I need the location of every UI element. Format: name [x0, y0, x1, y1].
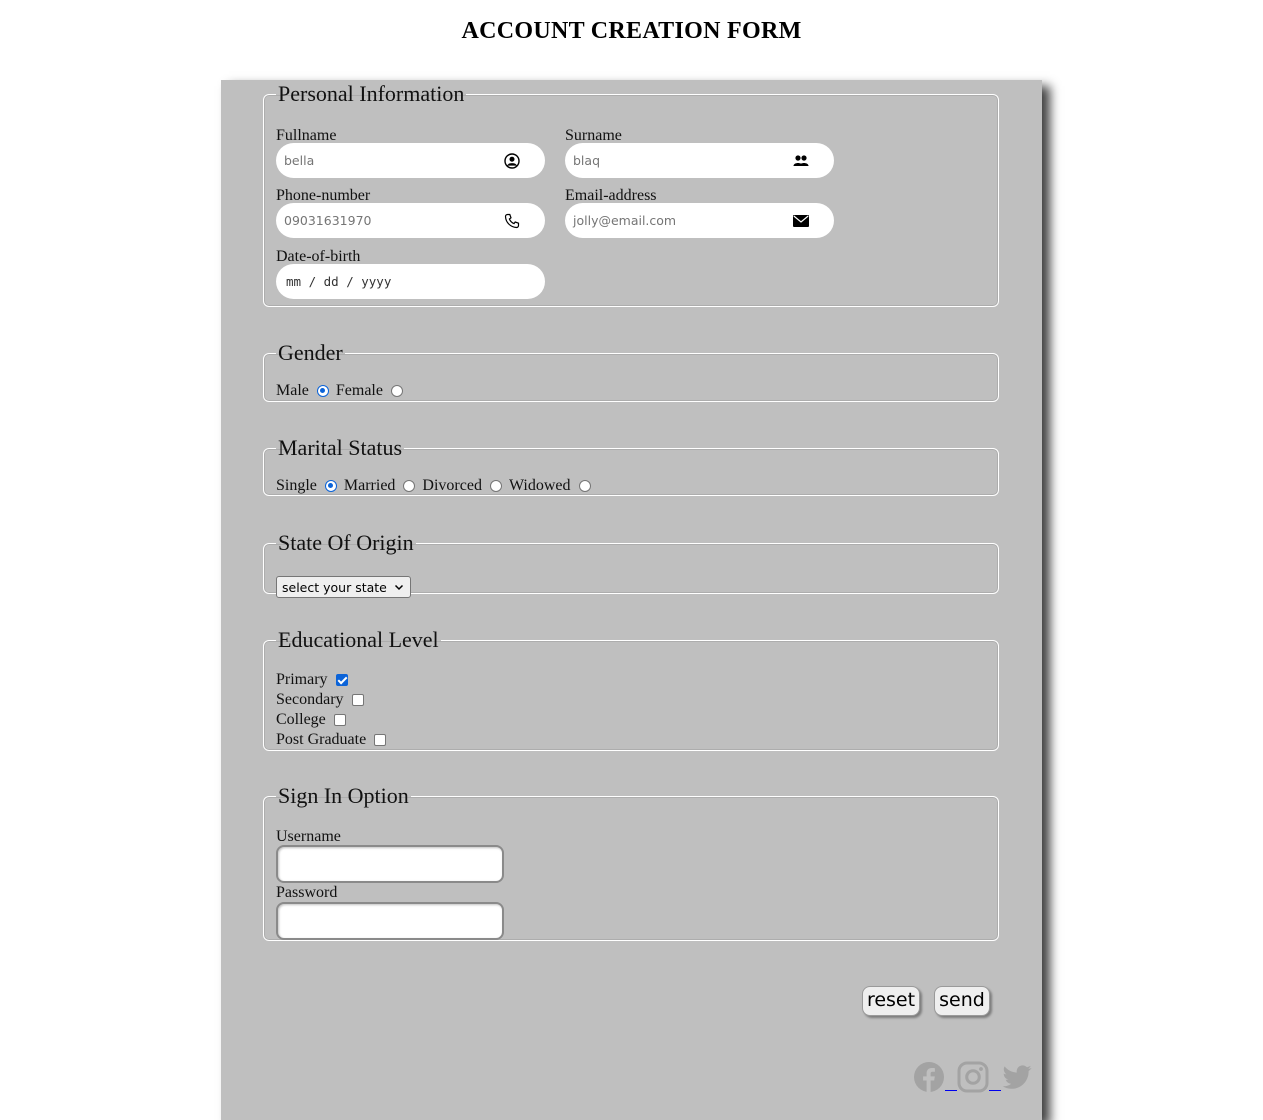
facebook-link[interactable] — [913, 1061, 945, 1093]
gender-legend: Gender — [278, 340, 343, 365]
marital-single-radio[interactable] — [324, 480, 337, 492]
education-secondary-label: Secondary — [276, 691, 344, 708]
user-circle-icon — [503, 152, 521, 170]
marital-married-label: Married — [343, 477, 396, 494]
phone-icon — [503, 212, 521, 230]
email-placeholder: jolly@email.com — [573, 213, 677, 228]
marital-divorced-label: Divorced — [422, 477, 482, 494]
fullname-placeholder: bella — [284, 153, 315, 168]
dob-input[interactable]: mm / dd / yyyy — [276, 264, 545, 299]
education-postgraduate-checkbox[interactable] — [374, 734, 387, 746]
instagram-link[interactable] — [957, 1061, 989, 1093]
personal-information-fieldset: Personal Information Fullname bella Surn… — [263, 83, 999, 307]
marital-single-label: Single — [276, 477, 317, 494]
gender-male-label: Male — [276, 382, 309, 399]
education-primary-label: Primary — [276, 671, 328, 688]
marital-status-fieldset: Marital Status Single Married Divorced W… — [263, 437, 999, 496]
sign-in-option-fieldset: Sign In Option Username Password — [263, 785, 999, 941]
send-button[interactable]: send — [934, 986, 990, 1016]
link-underline — [989, 1089, 1001, 1091]
marital-widowed-label: Widowed — [508, 477, 571, 494]
chevron-down-icon — [394, 584, 403, 591]
personal-information-legend: Personal Information — [278, 81, 465, 106]
education-postgraduate-label: Post Graduate — [276, 731, 367, 748]
marital-status-legend: Marital Status — [278, 435, 403, 460]
gender-female-radio[interactable] — [390, 385, 403, 397]
form-panel: Personal Information Fullname bella Surn… — [221, 80, 1042, 1120]
password-input[interactable] — [276, 902, 504, 940]
social-links — [913, 1061, 1033, 1093]
education-primary-checkbox[interactable] — [335, 674, 348, 686]
sign-in-option-legend: Sign In Option — [278, 783, 409, 808]
fullname-input[interactable]: bella — [276, 143, 545, 178]
users-icon — [792, 152, 810, 170]
state-of-origin-fieldset: State Of Origin select your state — [263, 530, 999, 598]
educational-level-fieldset: Educational Level Primary Secondary Coll… — [263, 629, 999, 751]
phone-input[interactable]: 09031631970 — [276, 203, 545, 238]
twitter-link[interactable] — [1001, 1061, 1033, 1093]
marital-divorced-radio[interactable] — [489, 480, 502, 492]
education-secondary-checkbox[interactable] — [351, 694, 364, 706]
twitter-icon — [1002, 1065, 1032, 1089]
educational-level-legend: Educational Level — [278, 627, 439, 652]
facebook-icon — [914, 1062, 944, 1092]
gender-fieldset: Gender Male Female — [263, 342, 999, 402]
marital-widowed-radio[interactable] — [578, 480, 591, 492]
education-college-label: College — [276, 711, 326, 728]
link-underline — [945, 1089, 957, 1091]
instagram-icon — [957, 1061, 989, 1093]
state-select-value: select your state — [282, 579, 387, 595]
email-input[interactable]: jolly@email.com — [565, 203, 834, 238]
password-label: Password — [276, 884, 338, 901]
state-select[interactable]: select your state — [276, 576, 411, 598]
dob-placeholder: mm / dd / yyyy — [286, 274, 392, 289]
marital-married-radio[interactable] — [403, 480, 416, 492]
username-input[interactable] — [276, 845, 504, 883]
gender-female-label: Female — [335, 382, 383, 399]
education-college-checkbox[interactable] — [333, 714, 346, 726]
phone-placeholder: 09031631970 — [284, 213, 372, 228]
page-title: ACCOUNT CREATION FORM — [461, 18, 802, 44]
state-of-origin-legend: State Of Origin — [278, 530, 414, 555]
surname-placeholder: blaq — [573, 153, 601, 168]
reset-button[interactable]: reset — [862, 986, 920, 1016]
surname-input[interactable]: blaq — [565, 143, 834, 178]
username-label: Username — [276, 828, 341, 845]
gender-male-radio[interactable] — [316, 385, 329, 397]
envelope-icon — [792, 212, 810, 230]
